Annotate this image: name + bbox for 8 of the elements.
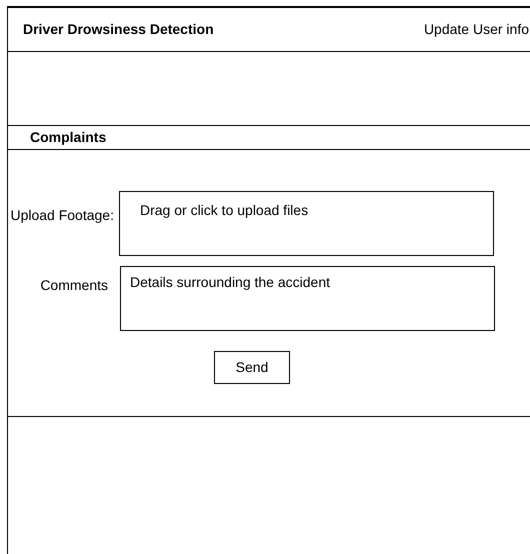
section-title: Complaints bbox=[30, 128, 106, 147]
comments-field[interactable]: Details surrounding the accident bbox=[120, 266, 495, 331]
app-title: Driver Drowsiness Detection bbox=[23, 20, 214, 39]
send-button[interactable]: Send bbox=[214, 351, 290, 384]
update-user-info-link[interactable]: Update User info bbox=[424, 19, 529, 40]
field-label: Comments bbox=[39, 276, 108, 295]
upload-dropzone[interactable]: Drag or click to upload files bbox=[119, 191, 494, 256]
field-label: Upload Footage: bbox=[9, 206, 115, 225]
